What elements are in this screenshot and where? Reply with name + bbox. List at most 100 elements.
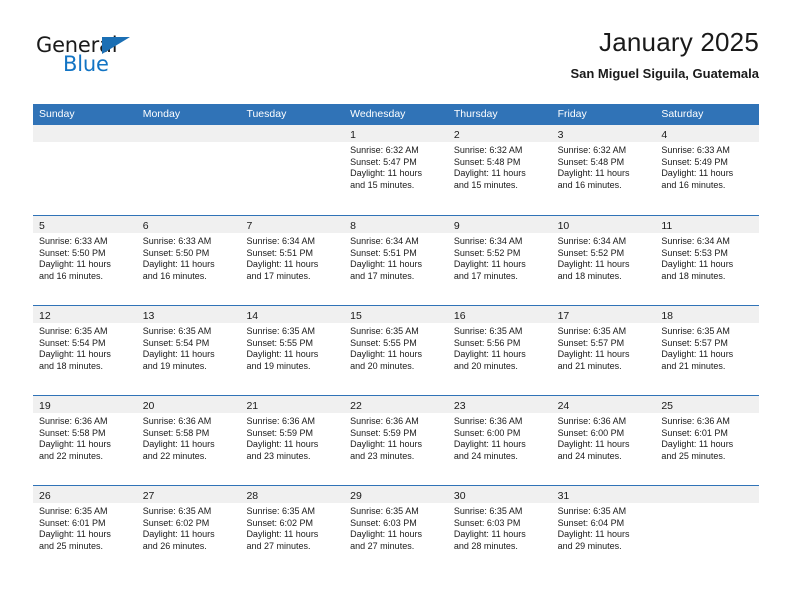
day-cell-2[interactable]: 2 Sunrise: 6:32 AM Sunset: 5:48 PM Daylight… <box>447 125 552 215</box>
daylight-text: and 15 minutes. <box>350 179 415 190</box>
daylight-text: Daylight: 11 hours <box>246 349 319 360</box>
calendar-grid: Sunday Monday Tuesday Wednesday Thursday Frid… <box>33 104 760 575</box>
day-number-band: 5 <box>33 216 137 233</box>
daylight-text: Daylight: 11 hours <box>557 259 630 270</box>
daylight-text: Daylight: 11 hours <box>661 168 734 179</box>
daylight-text: and 19 minutes. <box>246 360 311 371</box>
day-cell-14[interactable]: 14 Sunrise: 6:35 AM Sunset: 5:55 PM Dayligh… <box>240 306 345 395</box>
sunrise-text: Sunrise: 6:32 AM <box>557 145 627 155</box>
weekday-header-thursday: Thursday <box>453 108 498 120</box>
day-cell-1[interactable]: 1 Sunrise: 6:32 AM Sunset: 5:47 PM Daylight… <box>344 125 448 215</box>
day-cell-4[interactable]: 4 Sunrise: 6:33 AM Sunset: 5:49 PM Daylight… <box>655 125 760 215</box>
day-details: Sunrise: 6:35 AM Sunset: 6:03 PM Daylight:… <box>448 503 552 552</box>
day-details: Sunrise: 6:35 AM Sunset: 5:57 PM Daylight:… <box>552 323 656 372</box>
weekday-header-wednesday: Wednesday <box>350 108 406 120</box>
daylight-text: and 28 minutes. <box>453 540 518 551</box>
sunrise-text: Sunrise: 6:35 AM <box>39 506 108 516</box>
day-cell-19[interactable]: 19 Sunrise: 6:36 AM Sunset: 5:58 PM Dayligh… <box>33 396 137 485</box>
sunrise-text: Sunrise: 6:34 AM <box>453 236 523 246</box>
sunset-text: Sunset: 5:50 PM <box>39 247 106 258</box>
day-number-band <box>136 125 241 142</box>
day-number-band: 19 <box>33 396 137 413</box>
day-cell-16[interactable]: 16 Sunrise: 6:35 AM Sunset: 5:56 PM Dayligh… <box>447 306 552 395</box>
title-block: January 2025 San Miguel Siguila, Guatema… <box>570 26 759 84</box>
weekday-header-row: Sunday Monday Tuesday Wednesday Thursday Frid… <box>33 104 759 125</box>
day-cell-20[interactable]: 20 Sunrise: 6:36 AM Sunset: 5:58 PM Dayligh… <box>136 396 241 485</box>
daylight-text: Daylight: 11 hours <box>557 439 630 450</box>
day-cell-5[interactable]: 5 Sunrise: 6:33 AM Sunset: 5:50 PM Daylight… <box>33 216 137 305</box>
day-cell-13[interactable]: 13 Sunrise: 6:35 AM Sunset: 5:54 PM Dayligh… <box>136 306 241 395</box>
day-cell-17[interactable]: 17 Sunrise: 6:35 AM Sunset: 5:57 PM Dayligh… <box>551 306 656 395</box>
daylight-text: Daylight: 11 hours <box>246 529 319 540</box>
day-cell-6[interactable]: 6 Sunrise: 6:33 AM Sunset: 5:50 PM Daylight… <box>136 216 241 305</box>
day-number: 26 <box>39 490 51 502</box>
day-number: 8 <box>350 220 356 232</box>
day-cell-11[interactable]: 11 Sunrise: 6:34 AM Sunset: 5:53 PM Dayligh… <box>655 216 760 305</box>
sunset-text: Sunset: 5:54 PM <box>39 337 106 348</box>
day-cell-28[interactable]: 28 Sunrise: 6:35 AM Sunset: 6:02 PM Dayligh… <box>240 486 345 575</box>
page-subtitle: San Miguel Siguila, Guatemala <box>570 66 759 81</box>
day-number-band: 10 <box>551 216 656 233</box>
sunrise-text: Sunrise: 6:34 AM <box>350 236 419 246</box>
day-details: Sunrise: 6:35 AM Sunset: 6:04 PM Daylight:… <box>552 503 656 552</box>
daylight-text: Daylight: 11 hours <box>39 529 111 540</box>
day-details: Sunrise: 6:36 AM Sunset: 5:58 PM Daylight:… <box>137 413 241 462</box>
sunset-text: Sunset: 6:01 PM <box>661 427 728 438</box>
day-cell-24[interactable]: 24 Sunrise: 6:36 AM Sunset: 6:00 PM Dayligh… <box>551 396 656 485</box>
day-cell-12[interactable]: 12 Sunrise: 6:35 AM Sunset: 5:54 PM Dayligh… <box>33 306 137 395</box>
day-cell-27[interactable]: 27 Sunrise: 6:35 AM Sunset: 6:02 PM Dayligh… <box>136 486 241 575</box>
day-number-band: 12 <box>33 306 137 323</box>
sunset-text: Sunset: 5:54 PM <box>142 337 210 348</box>
daylight-text: and 16 minutes. <box>142 270 207 281</box>
day-number-band: 23 <box>447 396 552 413</box>
day-cell-7[interactable]: 7 Sunrise: 6:34 AM Sunset: 5:51 PM Daylight… <box>240 216 345 305</box>
day-cell-31[interactable]: 31 Sunrise: 6:35 AM Sunset: 6:04 PM Dayligh… <box>551 486 656 575</box>
sunrise-text: Sunrise: 6:34 AM <box>557 236 627 246</box>
day-cell-8[interactable]: 8 Sunrise: 6:34 AM Sunset: 5:51 PM Daylight… <box>344 216 448 305</box>
day-details: Sunrise: 6:36 AM Sunset: 6:01 PM Daylight:… <box>655 413 759 462</box>
day-number: 15 <box>350 310 362 322</box>
day-details: Sunrise: 6:35 AM Sunset: 5:57 PM Daylight:… <box>655 323 759 372</box>
weekday-header-monday: Monday <box>142 108 181 120</box>
day-number: 21 <box>246 400 259 412</box>
day-cell-22[interactable]: 22 Sunrise: 6:36 AM Sunset: 5:59 PM Dayligh… <box>344 396 448 485</box>
day-cell-26[interactable]: 26 Sunrise: 6:35 AM Sunset: 6:01 PM Dayligh… <box>33 486 137 575</box>
day-number-band: 1 <box>344 125 448 142</box>
sunset-text: Sunset: 5:57 PM <box>661 337 728 348</box>
sunrise-text: Sunrise: 6:35 AM <box>142 506 212 516</box>
day-cell-3[interactable]: 3 Sunrise: 6:32 AM Sunset: 5:48 PM Daylight… <box>551 125 656 215</box>
sunset-text: Sunset: 5:53 PM <box>661 247 728 258</box>
daylight-text: Daylight: 11 hours <box>557 529 630 540</box>
daylight-text: and 21 minutes. <box>661 360 726 371</box>
day-cell-25[interactable]: 25 Sunrise: 6:36 AM Sunset: 6:01 PM Dayligh… <box>655 396 760 485</box>
day-number-band: 9 <box>447 216 552 233</box>
day-number-band: 8 <box>344 216 448 233</box>
daylight-text: Daylight: 11 hours <box>453 259 526 270</box>
day-cell-30[interactable]: 30 Sunrise: 6:35 AM Sunset: 6:03 PM Dayligh… <box>447 486 552 575</box>
day-cell-10[interactable]: 10 Sunrise: 6:34 AM Sunset: 5:52 PM Dayligh… <box>551 216 656 305</box>
daylight-text: and 16 minutes. <box>661 179 726 190</box>
day-cell-empty <box>655 486 760 575</box>
day-number-band <box>33 125 137 142</box>
daylight-text: Daylight: 11 hours <box>453 529 526 540</box>
sunrise-text: Sunrise: 6:36 AM <box>453 416 523 426</box>
daylight-text: Daylight: 11 hours <box>661 439 734 450</box>
day-cell-9[interactable]: 9 Sunrise: 6:34 AM Sunset: 5:52 PM Daylight… <box>447 216 552 305</box>
week-row: 26 Sunrise: 6:35 AM Sunset: 6:01 PM Dayligh… <box>33 485 760 575</box>
day-cell-29[interactable]: 29 Sunrise: 6:35 AM Sunset: 6:03 PM Dayligh… <box>344 486 448 575</box>
day-cell-21[interactable]: 21 Sunrise: 6:36 AM Sunset: 5:59 PM Dayligh… <box>240 396 345 485</box>
day-cell-18[interactable]: 18 Sunrise: 6:35 AM Sunset: 5:57 PM Dayligh… <box>655 306 760 395</box>
sunrise-text: Sunrise: 6:35 AM <box>557 506 627 516</box>
day-cell-15[interactable]: 15 Sunrise: 6:35 AM Sunset: 5:55 PM Dayligh… <box>344 306 448 395</box>
day-cell-23[interactable]: 23 Sunrise: 6:36 AM Sunset: 6:00 PM Dayligh… <box>447 396 552 485</box>
day-number: 19 <box>39 400 51 412</box>
week-row: 19 Sunrise: 6:36 AM Sunset: 5:58 PM Dayligh… <box>33 395 760 485</box>
day-number: 29 <box>350 490 362 502</box>
daylight-text: Daylight: 11 hours <box>246 259 319 270</box>
general-blue-logo[interactable]: General Blue <box>36 34 236 84</box>
day-details: Sunrise: 6:34 AM Sunset: 5:52 PM Daylight:… <box>552 233 656 282</box>
day-number-band: 7 <box>240 216 345 233</box>
day-number-band: 25 <box>655 396 760 413</box>
day-number-band: 31 <box>551 486 656 503</box>
day-number: 12 <box>39 310 51 322</box>
